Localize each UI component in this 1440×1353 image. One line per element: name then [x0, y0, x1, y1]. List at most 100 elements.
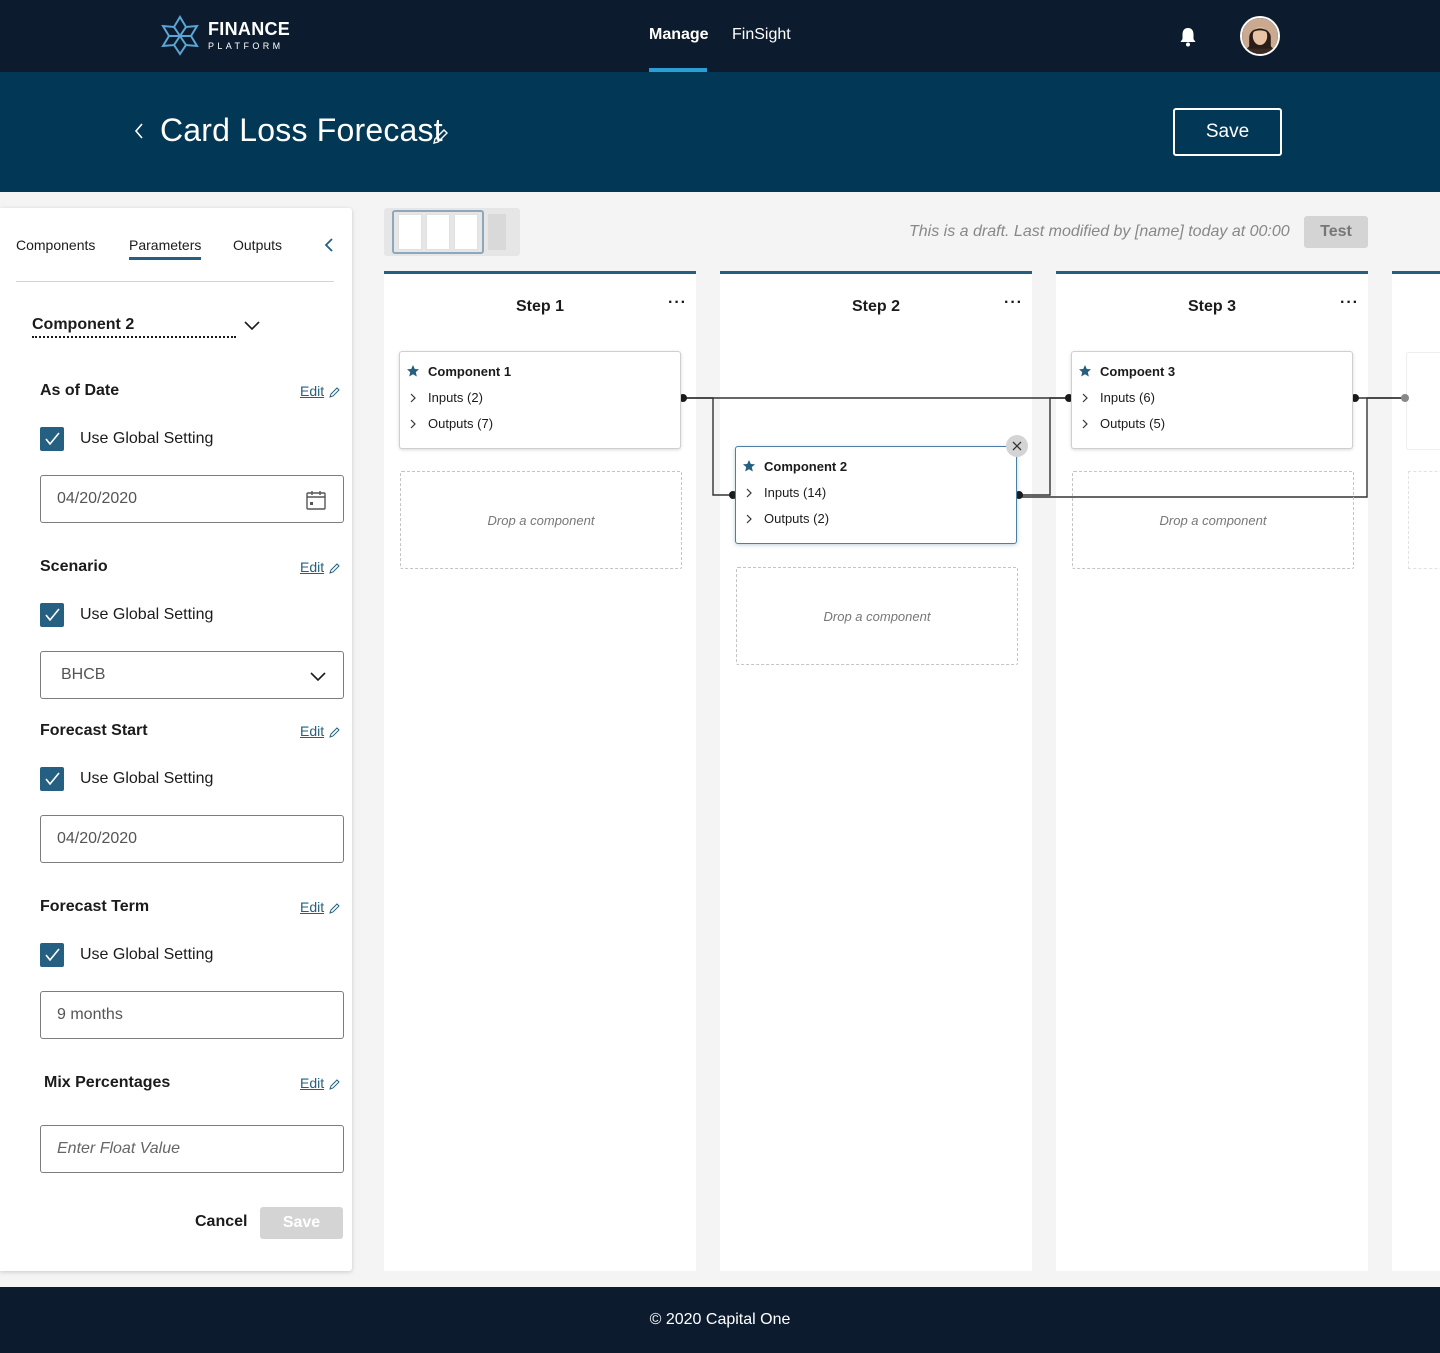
test-button[interactable]: Test [1304, 216, 1368, 248]
step-title: Step 3 [1187, 298, 1236, 315]
param-label-mix-percentages: Mix Percentages [44, 1074, 171, 1091]
as-of-date-value: 04/20/2020 [57, 490, 138, 507]
view-toggle-cell [426, 214, 450, 250]
footer-copyright: © 2020 Capital One [649, 1311, 791, 1328]
nav-item-finsight[interactable]: FinSight [732, 26, 791, 44]
pencil-icon[interactable] [329, 1078, 341, 1090]
logo[interactable]: FINANCE PLATFORM [160, 14, 290, 56]
component-select[interactable]: Component 2 [32, 316, 236, 338]
drop-zone[interactable]: Drop a component [1072, 471, 1354, 569]
bell-icon[interactable] [1178, 26, 1198, 48]
more-options-icon[interactable]: ··· [668, 294, 686, 311]
pencil-icon[interactable] [431, 128, 449, 146]
tab-components[interactable]: Components [16, 237, 95, 253]
page-title: Card Loss Forecast [160, 112, 443, 148]
component-card-title: Component 2 [764, 459, 848, 474]
step-title: Step 1 [515, 298, 564, 315]
collapse-panel-chevron-icon[interactable] [322, 236, 336, 254]
component-card[interactable]: Component 1 Inputs (2) Outputs (7) [399, 351, 681, 449]
as-of-date-input[interactable]: 04/20/2020 [40, 475, 344, 523]
step-column: Step 2 ··· [720, 271, 1032, 1271]
use-global-checkbox-scenario[interactable] [40, 603, 64, 627]
chevron-right-icon [410, 393, 416, 402]
chevron-right-icon [746, 514, 752, 523]
nav-item-manage[interactable]: Manage [649, 26, 709, 44]
forecast-start-input[interactable]: 04/20/2020 [40, 815, 344, 863]
card-inputs-row[interactable]: Inputs (2) [408, 390, 483, 405]
pencil-icon[interactable] [329, 726, 341, 738]
mix-percentages-input[interactable]: Enter Float Value [40, 1125, 344, 1173]
logo-line-2: PLATFORM [208, 40, 284, 51]
logo-wordmark: FINANCE PLATFORM [208, 19, 290, 52]
edit-as-of-date-link[interactable]: Edit [300, 383, 324, 399]
more-options-icon[interactable]: ··· [1004, 294, 1022, 311]
param-label-as-of-date: As of Date [40, 382, 120, 399]
edit-forecast-start-link[interactable]: Edit [300, 723, 324, 739]
component-card-selected[interactable]: Component 2 Inputs (14) Outputs (2) [735, 435, 1028, 544]
use-global-checkbox-forecast-term[interactable] [40, 943, 64, 967]
tab-parameters[interactable]: Parameters [129, 237, 201, 253]
more-options-icon[interactable]: ··· [1340, 294, 1358, 311]
chevron-down-icon[interactable] [243, 318, 261, 332]
card-inputs-row[interactable]: Inputs (14) [744, 485, 826, 500]
edit-mix-percentages-link[interactable]: Edit [300, 1075, 324, 1091]
step-column-partial [1392, 271, 1440, 1271]
card-outputs-label: Outputs (7) [428, 416, 494, 431]
param-label-forecast-term: Forecast Term [40, 898, 150, 915]
scenario-value: BHCB [61, 666, 106, 683]
forecast-term-input[interactable]: 9 months [40, 991, 344, 1039]
top-nav: FINANCE PLATFORM Manage FinSight [0, 0, 1440, 72]
chevron-right-icon [746, 488, 752, 497]
edit-forecast-term-link[interactable]: Edit [300, 899, 324, 915]
card-outputs-label: Outputs (5) [1100, 416, 1166, 431]
forecast-start-value: 04/20/2020 [57, 830, 138, 847]
star-icon [407, 365, 419, 377]
pencil-icon[interactable] [329, 386, 341, 398]
param-label-forecast-start: Forecast Start [40, 722, 148, 739]
use-global-checkbox-as-of-date[interactable] [40, 427, 64, 451]
view-toggle-cell [398, 214, 422, 250]
drop-zone[interactable]: Drop a component [736, 567, 1018, 665]
card-inputs-row[interactable]: Inputs (6) [1080, 390, 1155, 405]
avatar-portrait [1242, 18, 1278, 54]
chevron-right-icon [1082, 393, 1088, 402]
avatar[interactable] [1240, 16, 1280, 56]
logo-line-1: FINANCE [208, 18, 291, 39]
scenario-select[interactable]: BHCB [40, 651, 344, 699]
logo-star-icon [161, 15, 199, 56]
tab-outputs[interactable]: Outputs [233, 237, 282, 253]
panel-save-button[interactable]: Save [260, 1207, 343, 1239]
edit-scenario-link[interactable]: Edit [300, 559, 324, 575]
component-card[interactable]: Compoent 3 Inputs (6) Outputs (5) [1071, 351, 1353, 449]
card-outputs-row[interactable]: Outputs (2) [744, 511, 829, 526]
checkmark-icon [45, 948, 60, 962]
component-card-partial [1406, 352, 1440, 450]
panel-divider [16, 281, 334, 282]
param-label-scenario: Scenario [40, 558, 108, 575]
view-toggle-cell [488, 214, 506, 250]
card-outputs-row[interactable]: Outputs (7) [408, 416, 493, 431]
use-global-label: Use Global Setting [80, 946, 214, 963]
checkmark-icon [45, 432, 60, 446]
calendar-icon[interactable] [305, 489, 327, 511]
footer: © 2020 Capital One [0, 1287, 1440, 1353]
card-outputs-row[interactable]: Outputs (5) [1080, 416, 1165, 431]
drop-zone[interactable]: Drop a component [400, 471, 682, 569]
header-save-button[interactable]: Save [1173, 108, 1282, 156]
card-inputs-label: Inputs (2) [428, 390, 483, 405]
chevron-down-icon[interactable] [309, 669, 327, 683]
back-chevron-icon[interactable] [132, 120, 146, 142]
use-global-checkbox-forecast-start[interactable] [40, 767, 64, 791]
pencil-icon[interactable] [329, 902, 341, 914]
component-card-title: Compoent 3 [1100, 364, 1176, 379]
card-inputs-label: Inputs (6) [1100, 390, 1155, 405]
star-icon [743, 460, 755, 472]
remove-component-button[interactable] [1006, 435, 1028, 457]
mix-percentages-placeholder: Enter Float Value [57, 1140, 181, 1157]
use-global-label: Use Global Setting [80, 770, 214, 787]
forecast-term-value: 9 months [57, 1006, 123, 1023]
pencil-icon[interactable] [329, 562, 341, 574]
panel-cancel-button[interactable]: Cancel [195, 1213, 247, 1231]
checkmark-icon [45, 772, 60, 786]
chevron-right-icon [410, 419, 416, 428]
